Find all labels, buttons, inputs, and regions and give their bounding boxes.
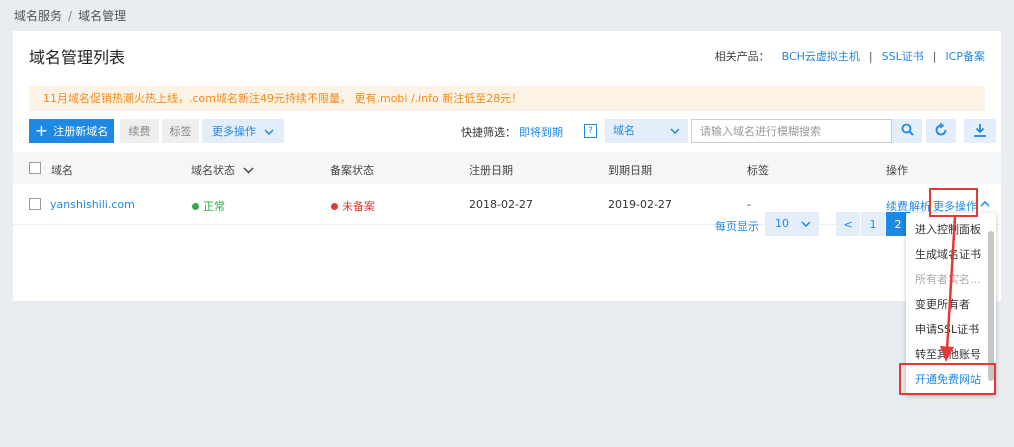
search-button[interactable]: [892, 119, 922, 143]
menu-item-owner-realname: 所有者实名...: [915, 273, 981, 286]
domain-list-card: 域名管理列表 相关产品： BCH云虚拟主机 | SSL证书 | ICP备案 11…: [13, 31, 1001, 301]
annotation-highlight-free-website: [899, 363, 996, 395]
status-dot-icon: [192, 203, 199, 210]
menu-item-transfer-account[interactable]: 转至其他账号: [915, 346, 981, 362]
search-type-select[interactable]: 域名: [605, 119, 688, 143]
related-link-ssl[interactable]: SSL证书: [882, 48, 924, 64]
reg-date: 2018-02-27: [469, 198, 533, 211]
header-exp-date: 到期日期: [608, 164, 652, 177]
download-icon: [973, 123, 987, 140]
header-domain: 域名: [51, 164, 73, 177]
domain-status-text: 正常: [203, 200, 225, 213]
more-actions-button[interactable]: 更多操作: [202, 119, 284, 143]
refresh-icon: [934, 122, 948, 140]
register-domain-label: 注册新域名: [53, 125, 109, 138]
header-actions: 操作: [886, 164, 908, 177]
annotation-highlight-more-actions: [929, 188, 978, 217]
chevron-down-icon: [801, 221, 811, 227]
header-domain-status[interactable]: 域名状态: [191, 162, 254, 178]
breadcrumb: 域名服务 / 域名管理: [14, 7, 126, 24]
dns-link[interactable]: 解析: [909, 198, 931, 214]
breadcrumb-item-domain-service[interactable]: 域名服务: [14, 9, 62, 23]
header-reg-date: 注册日期: [469, 164, 513, 177]
tag-button[interactable]: 标签: [162, 119, 199, 143]
header-tag: 标签: [747, 164, 769, 177]
register-domain-button[interactable]: + 注册新域名: [29, 119, 114, 143]
menu-item-domain-certificate[interactable]: 生成域名证书: [915, 246, 981, 262]
more-actions-label: 更多操作: [212, 125, 256, 138]
menu-item-change-owner[interactable]: 变更所有者: [915, 296, 970, 312]
download-button[interactable]: [964, 119, 996, 143]
search-input[interactable]: [691, 119, 892, 143]
chevron-down-icon: [264, 125, 274, 138]
plus-icon: +: [34, 121, 49, 140]
related-divider: |: [868, 49, 873, 63]
prev-page-button[interactable]: <: [836, 212, 860, 236]
help-icon[interactable]: ?: [584, 124, 597, 138]
related-divider: |: [932, 49, 937, 63]
chevron-up-icon[interactable]: [980, 197, 990, 210]
chevron-down-icon: [242, 167, 254, 174]
related-link-icp[interactable]: ICP备案: [945, 48, 985, 64]
breadcrumb-item-domain-management: 域名管理: [78, 9, 127, 23]
per-page-select[interactable]: 10: [765, 212, 819, 236]
exp-date: 2019-02-27: [608, 198, 672, 211]
beian-status: 未备案: [331, 198, 375, 214]
domain-status: 正常: [192, 198, 225, 214]
domain-link[interactable]: yanshishili.com: [50, 198, 135, 211]
chevron-down-icon: [670, 119, 680, 143]
related-products: 相关产品： BCH云虚拟主机 | SSL证书 | ICP备案: [715, 48, 985, 64]
breadcrumb-separator: /: [68, 9, 73, 23]
search-type-value: 域名: [613, 124, 635, 137]
tag-value: -: [747, 198, 751, 211]
quick-filter-label: 快捷筛选：: [461, 126, 516, 139]
refresh-button[interactable]: [926, 119, 956, 143]
per-page-value: 10: [775, 217, 789, 230]
renew-button[interactable]: 续费: [120, 119, 159, 143]
page-title: 域名管理列表: [29, 48, 126, 67]
toolbar: + 注册新域名 续费 标签 更多操作 快捷筛选： 即将到期 ? 域名: [29, 119, 996, 144]
menu-item-apply-ssl[interactable]: 申请SSL证书: [915, 321, 979, 337]
status-dot-icon: [331, 203, 338, 210]
quick-filter-expiring-link[interactable]: 即将到期: [519, 124, 563, 140]
beian-status-text: 未备案: [342, 200, 375, 213]
search-icon: [901, 123, 914, 139]
table-header: 域名 域名状态 备案状态 注册日期 到期日期 标签 操作: [13, 152, 1001, 184]
header-beian-status: 备案状态: [330, 164, 374, 177]
select-all-checkbox[interactable]: [29, 162, 41, 174]
related-link-bch[interactable]: BCH云虚拟主机: [782, 48, 860, 64]
dropdown-scrollbar[interactable]: [988, 231, 994, 381]
page-button-1[interactable]: 1: [861, 212, 885, 236]
related-products-label: 相关产品：: [714, 50, 770, 63]
menu-item-control-panel[interactable]: 进入控制面板: [915, 221, 981, 237]
per-page-label: 每页显示: [715, 220, 759, 233]
row-checkbox[interactable]: [29, 198, 41, 210]
promo-banner: 11月域名促销热潮火热上线，.com域名新注49元持续不限量， 更有.mobi …: [29, 86, 985, 111]
header-domain-status-label: 域名状态: [191, 164, 235, 177]
